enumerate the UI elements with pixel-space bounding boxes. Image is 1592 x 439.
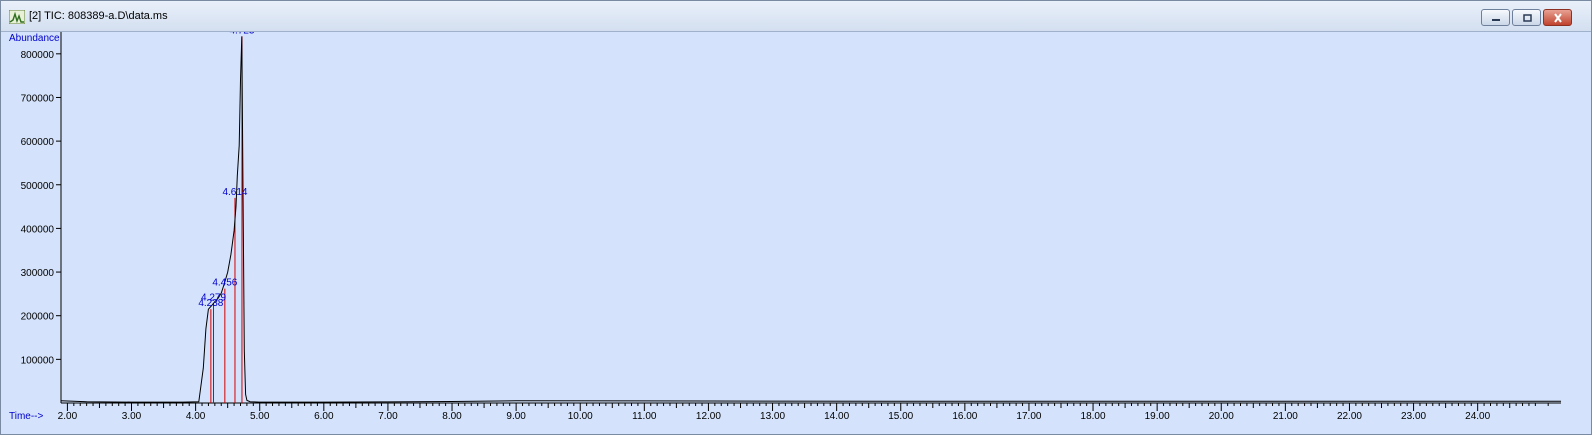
minimize-icon bbox=[1482, 10, 1509, 25]
chromatogram-chart[interactable]: Abundance Time--> 100000 200000 300000 4000… bbox=[1, 25, 1591, 434]
y-tick-label: 800000 bbox=[21, 50, 55, 61]
peak-markers bbox=[210, 36, 243, 403]
x-ticks: 2.00 3.00 4.00 5.00 6.00 7.00 8.00 9.00 10.00 11.… bbox=[58, 403, 1549, 422]
x-tick-label: 17.00 bbox=[1016, 411, 1041, 422]
close-button[interactable] bbox=[1543, 9, 1572, 26]
minimize-button[interactable] bbox=[1481, 9, 1510, 26]
peak-label: 4.456 bbox=[212, 278, 237, 289]
x-tick-label: 2.00 bbox=[58, 411, 78, 422]
x-tick-label: 7.00 bbox=[378, 411, 398, 422]
x-tick-label: 6.00 bbox=[314, 411, 334, 422]
x-tick-label: 23.00 bbox=[1401, 411, 1426, 422]
x-tick-label: 5.00 bbox=[250, 411, 270, 422]
title-bar[interactable]: [2] TIC: 808389-a.D\data.ms bbox=[1, 1, 1591, 32]
plot-area[interactable]: Abundance Time--> 100000 200000 300000 4000… bbox=[1, 25, 1591, 434]
x-tick-label: 15.00 bbox=[888, 411, 913, 422]
peak-label: 4.723 bbox=[229, 32, 254, 36]
y-tick-label: 100000 bbox=[21, 355, 55, 366]
x-tick-label: 11.00 bbox=[632, 411, 657, 422]
window-title: [2] TIC: 808389-a.D\data.ms bbox=[29, 10, 168, 22]
x-tick-label: 3.00 bbox=[122, 411, 142, 422]
x-tick-label: 12.00 bbox=[696, 411, 721, 422]
chromatogram-window: [2] TIC: 808389-a.D\data.ms Abundance Ti… bbox=[0, 0, 1592, 435]
x-tick-label: 8.00 bbox=[442, 411, 462, 422]
y-tick-label: 400000 bbox=[21, 224, 55, 235]
restore-icon bbox=[1513, 10, 1540, 25]
x-tick-label: 20.00 bbox=[1209, 411, 1234, 422]
peak-label: 4.614 bbox=[222, 187, 247, 198]
x-tick-label: 18.00 bbox=[1081, 411, 1106, 422]
y-ticks: 100000 200000 300000 400000 500000 600000 7000… bbox=[21, 50, 61, 366]
y-tick-label: 700000 bbox=[21, 93, 55, 104]
x-tick-label: 24.00 bbox=[1465, 411, 1490, 422]
x-tick-label: 22.00 bbox=[1337, 411, 1362, 422]
y-tick-label: 300000 bbox=[21, 268, 55, 279]
x-tick-label: 4.00 bbox=[186, 411, 206, 422]
tic-trace bbox=[60, 36, 1561, 403]
peak-labels: 4.2384.2794.4564.6144.723 bbox=[198, 25, 255, 309]
chromatogram-app-icon bbox=[9, 10, 25, 24]
x-tick-label: 19.00 bbox=[1145, 411, 1170, 422]
x-axis-label: Time--> bbox=[9, 411, 44, 422]
x-tick-label: 10.00 bbox=[568, 411, 593, 422]
maximize-button[interactable] bbox=[1512, 9, 1541, 26]
y-tick-label: 500000 bbox=[21, 181, 55, 192]
x-tick-label: 21.00 bbox=[1273, 411, 1298, 422]
peak-label: 4.279 bbox=[201, 292, 226, 303]
close-icon bbox=[1544, 10, 1571, 25]
y-tick-label: 600000 bbox=[21, 137, 55, 148]
x-tick-label: 9.00 bbox=[506, 411, 526, 422]
x-tick-label: 13.00 bbox=[760, 411, 785, 422]
x-tick-label: 16.00 bbox=[952, 411, 977, 422]
y-axis-label: Abundance bbox=[9, 33, 60, 44]
y-tick-label: 200000 bbox=[21, 312, 55, 323]
x-tick-label: 14.00 bbox=[824, 411, 849, 422]
